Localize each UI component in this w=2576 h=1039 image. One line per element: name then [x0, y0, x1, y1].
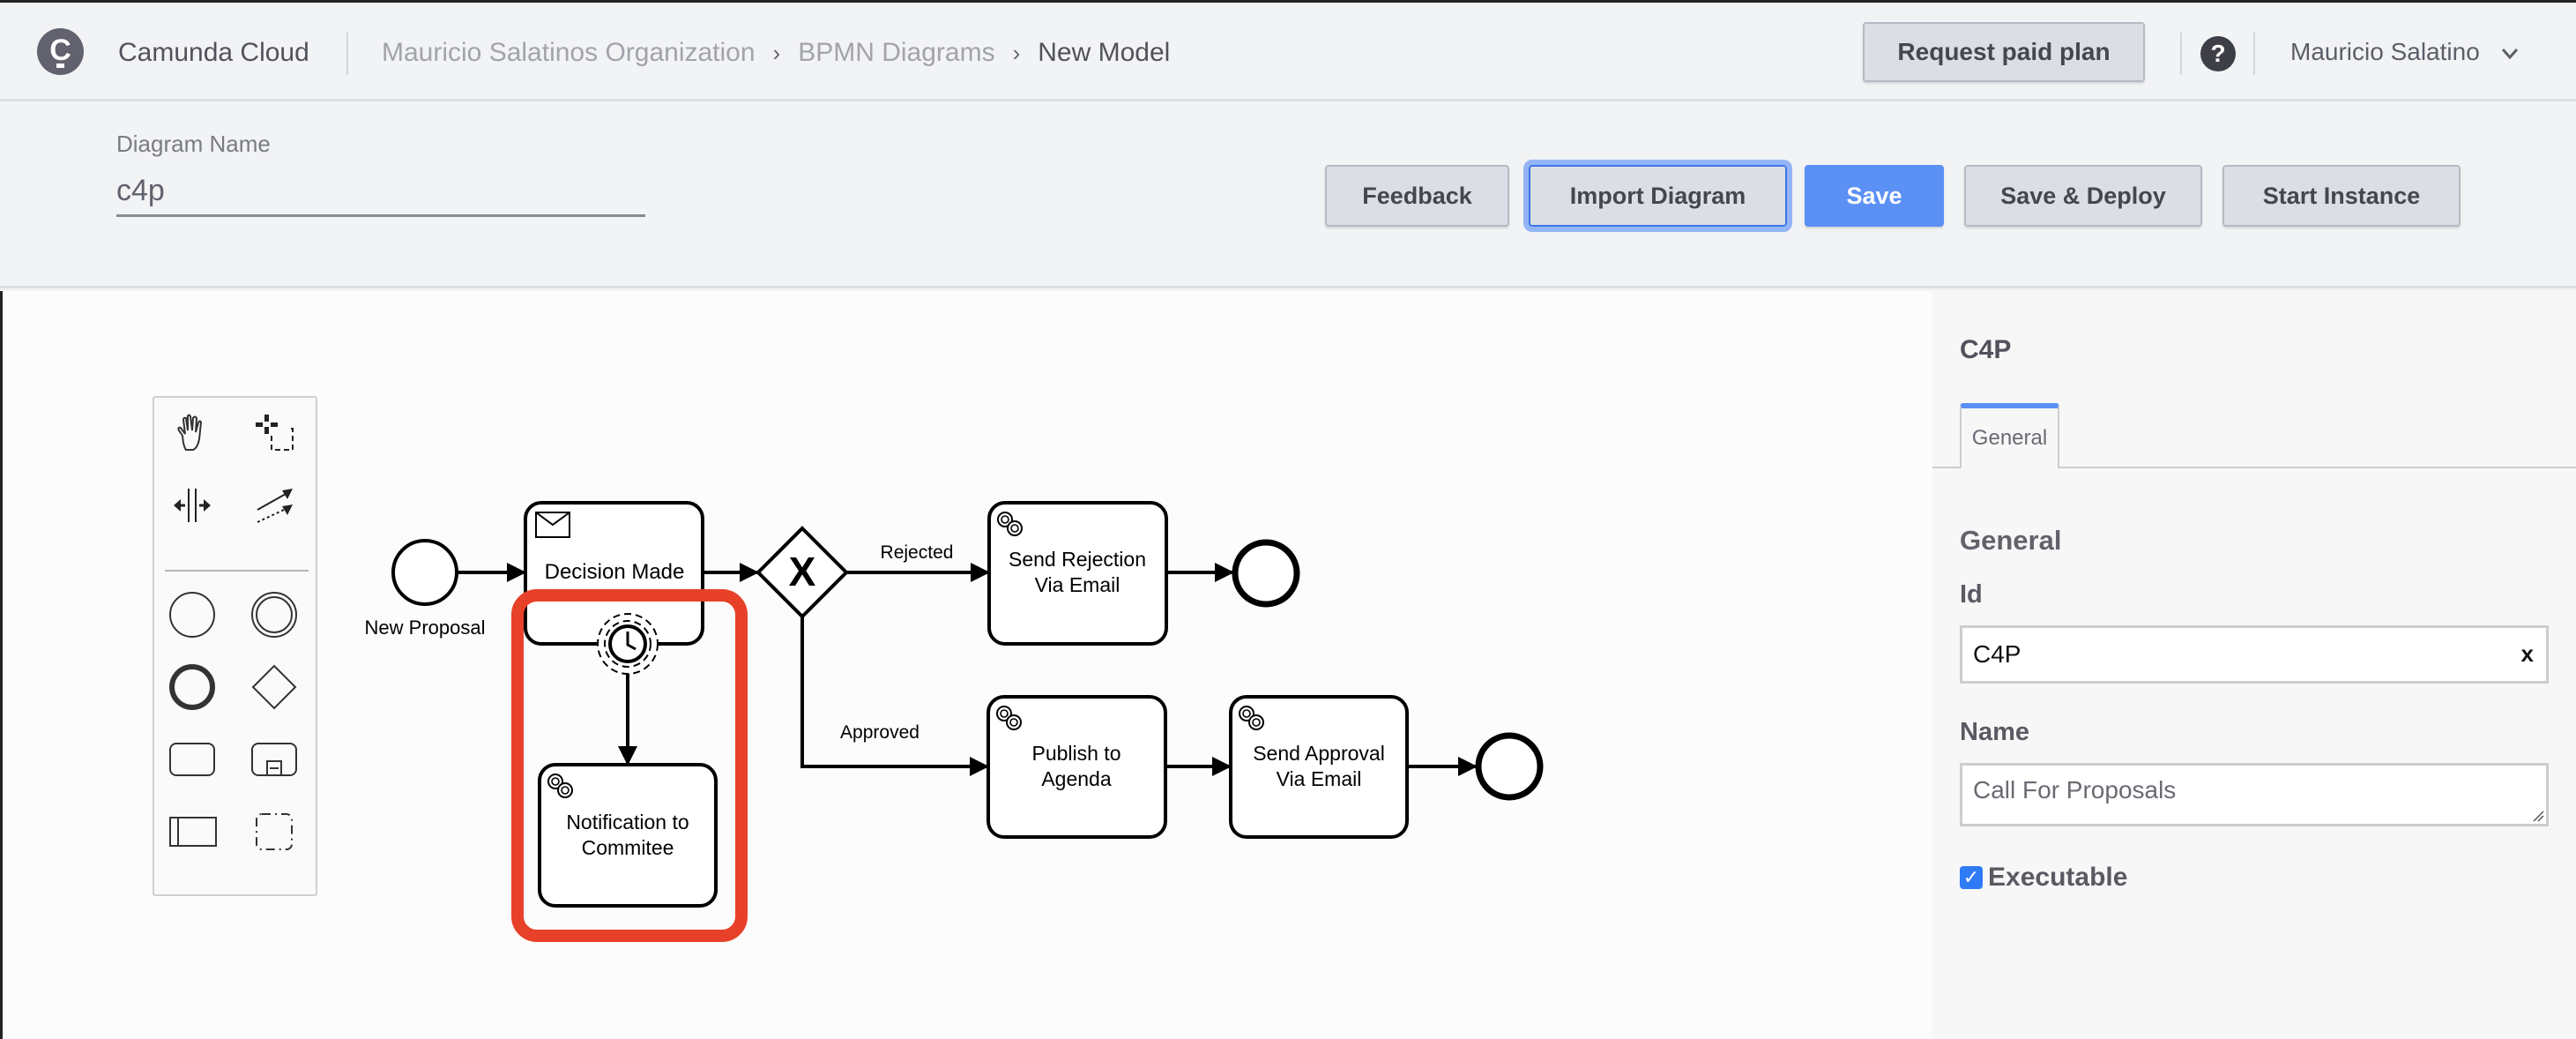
lasso-tool-icon[interactable] [248, 407, 301, 460]
timer-boundary-event[interactable] [597, 613, 659, 675]
end-event-approved[interactable] [1475, 732, 1544, 801]
section-heading: General [1960, 525, 2062, 556]
subprocess-tool-icon[interactable] [248, 733, 301, 786]
pool-tool-icon[interactable] [166, 805, 219, 858]
modeler-app: C Camunda Cloud Mauricio Salatinos Organ… [0, 0, 2576, 1039]
task-send-rejection[interactable]: Send Rejection Via Email [987, 501, 1168, 646]
task-label: Notification to [566, 811, 689, 833]
start-event[interactable] [391, 539, 458, 606]
executable-checkbox-row: ✓ Executable [1960, 863, 2127, 893]
executable-label[interactable]: Executable [1988, 863, 2127, 893]
name-value: Call For Proposals [1973, 776, 2177, 804]
task-send-approval[interactable]: Send Approval Via Email [1229, 695, 1409, 839]
group-tool-icon[interactable] [248, 805, 301, 858]
resize-handle-icon[interactable] [2532, 810, 2544, 822]
task-label: Commitee [582, 836, 674, 859]
envelope-icon [535, 512, 570, 538]
sequence-flow-approved[interactable] [800, 617, 989, 776]
task-label: Via Email [1277, 767, 1362, 790]
palette-separator [165, 570, 309, 572]
user-menu[interactable]: Mauricio Salatino [2290, 38, 2480, 66]
end-event-rejected[interactable] [1232, 539, 1300, 608]
start-instance-button[interactable]: Start Instance [2222, 165, 2461, 227]
executable-checkbox[interactable]: ✓ [1960, 866, 1983, 889]
tab-general[interactable]: General [1960, 403, 2059, 468]
task-label: Via Email [1035, 573, 1120, 596]
element-title: C4P [1960, 335, 2012, 364]
global-connect-tool-icon[interactable] [248, 479, 301, 532]
tool-palette [153, 396, 317, 896]
task-label: Send Approval [1253, 742, 1385, 765]
id-input[interactable]: C4P x [1960, 625, 2549, 684]
task-publish-to-agenda[interactable]: Publish to Agenda [986, 695, 1167, 839]
start-event-label: New Proposal [365, 617, 486, 639]
task-tool-icon[interactable] [166, 733, 219, 786]
gateway-tool-icon[interactable] [248, 661, 301, 714]
help-icon[interactable]: ? [2200, 36, 2236, 71]
intermediate-event-tool-icon[interactable] [248, 588, 301, 641]
gateway-x-marker: X [789, 549, 816, 594]
divider [2180, 33, 2182, 75]
clear-icon[interactable]: x [2521, 640, 2534, 668]
start-event-tool-icon[interactable] [166, 588, 219, 641]
task-label: Send Rejection [1009, 548, 1146, 571]
id-label: Id [1960, 580, 1983, 609]
name-textarea[interactable]: Call For Proposals [1960, 763, 2549, 826]
save-and-deploy-button[interactable]: Save & Deploy [1964, 165, 2202, 227]
exclusive-gateway[interactable]: X [756, 526, 849, 619]
properties-panel: C4P General General Id C4P x Name Call F… [1932, 291, 2576, 1039]
chevron-down-icon[interactable] [2500, 43, 2520, 63]
clock-icon [608, 624, 647, 663]
task-notification-to-commitee[interactable]: Notification to Commitee [538, 763, 718, 908]
hand-tool-icon[interactable] [166, 407, 219, 460]
space-tool-icon[interactable] [166, 479, 219, 532]
name-label: Name [1960, 718, 2029, 746]
end-event-tool-icon[interactable] [166, 661, 219, 714]
divider [2253, 33, 2255, 75]
task-label: Decision Made [545, 560, 685, 584]
id-value: C4P [1973, 640, 2021, 668]
flow-label-rejected: Rejected [881, 542, 954, 563]
task-label: Agenda [1041, 767, 1112, 790]
flow-label-approved: Approved [840, 722, 919, 743]
task-label: Publish to [1031, 742, 1120, 765]
